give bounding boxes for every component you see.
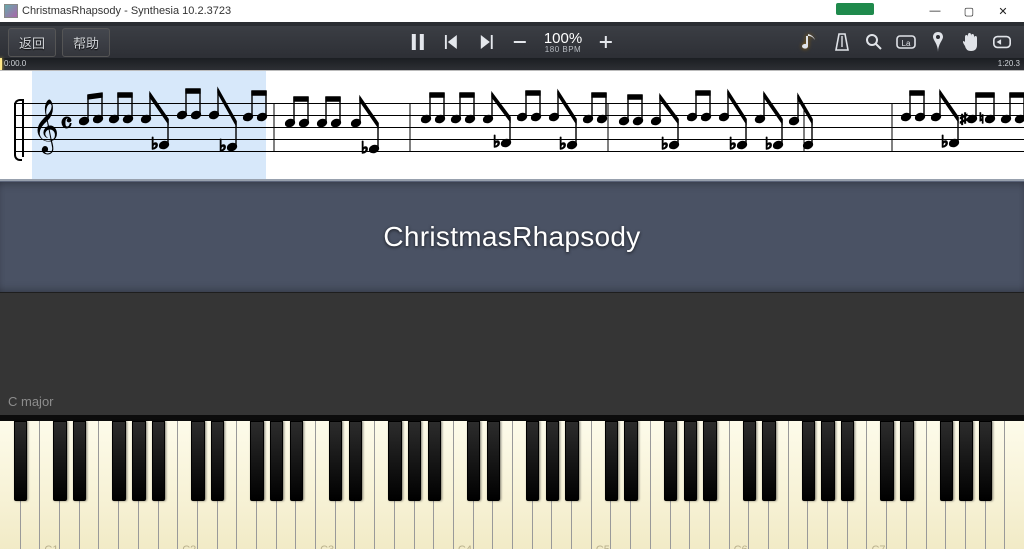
metronome-icon[interactable]	[832, 32, 852, 52]
main-toolbar: 返回 帮助 100% 180 BPM	[0, 26, 1024, 58]
white-key[interactable]	[1004, 421, 1024, 549]
svg-text:♭: ♭	[219, 138, 227, 155]
black-key[interactable]	[14, 421, 27, 501]
black-key[interactable]	[743, 421, 756, 501]
speed-decrease-button[interactable]	[510, 32, 530, 52]
prev-button[interactable]	[442, 32, 462, 52]
pause-button[interactable]	[408, 32, 428, 52]
search-icon[interactable]	[864, 32, 884, 52]
black-key[interactable]	[250, 421, 263, 501]
status-badge	[836, 3, 874, 15]
black-key[interactable]	[821, 421, 834, 501]
black-key[interactable]	[979, 421, 992, 501]
notation-svg: 𝄞 𝄴 ♭ ♭ ♭ ♭ ♭ ♭ ♭ ♭ ♭ ♯ ♮	[14, 83, 1024, 173]
black-key[interactable]	[467, 421, 480, 501]
black-key[interactable]	[565, 421, 578, 501]
maximize-button[interactable]: ▢	[952, 0, 986, 22]
key-label: C3	[320, 544, 334, 549]
black-key[interactable]	[684, 421, 697, 501]
time-end: 1:20.3	[998, 59, 1020, 68]
app-icon	[4, 4, 18, 18]
playback-controls: 100% 180 BPM	[408, 31, 616, 54]
black-key[interactable]	[388, 421, 401, 501]
black-key[interactable]	[211, 421, 224, 501]
svg-text:♭: ♭	[765, 136, 773, 153]
next-button[interactable]	[476, 32, 496, 52]
black-key[interactable]	[526, 421, 539, 501]
music-note-icon[interactable]	[800, 32, 820, 52]
minimize-button[interactable]: —	[918, 0, 952, 22]
labels-button[interactable]: La	[896, 32, 916, 52]
back-button[interactable]: 返回	[8, 28, 56, 57]
svg-text:♭: ♭	[941, 134, 949, 151]
key-label: C6	[734, 544, 748, 549]
speed-percent: 100%	[544, 31, 582, 46]
right-toolbar: La	[800, 32, 1016, 52]
key-label: C4	[458, 544, 472, 549]
black-key[interactable]	[349, 421, 362, 501]
svg-text:♭: ♭	[493, 134, 501, 151]
sheet-music-area[interactable]: 𝄞 𝄴 ♭ ♭ ♭ ♭ ♭ ♭ ♭ ♭ ♭ ♯ ♮	[0, 70, 1024, 181]
black-key[interactable]	[664, 421, 677, 501]
black-key[interactable]	[329, 421, 342, 501]
black-key[interactable]	[152, 421, 165, 501]
black-key[interactable]	[428, 421, 441, 501]
song-title-band: ChristmasRhapsody	[0, 181, 1024, 292]
black-key[interactable]	[762, 421, 775, 501]
black-key[interactable]	[290, 421, 303, 501]
falling-notes-zone[interactable]: C major	[0, 292, 1024, 415]
black-key[interactable]	[605, 421, 618, 501]
song-title: ChristmasRhapsody	[383, 221, 640, 253]
svg-text:♭: ♭	[361, 140, 369, 157]
hand-icon[interactable]	[960, 32, 980, 52]
svg-text:♭: ♭	[661, 136, 669, 153]
black-key[interactable]	[73, 421, 86, 501]
svg-text:♮: ♮	[979, 110, 984, 126]
black-key[interactable]	[487, 421, 500, 501]
help-button[interactable]: 帮助	[62, 28, 110, 57]
key-label: C2	[182, 544, 196, 549]
svg-text:♭: ♭	[151, 136, 159, 153]
loop-icon[interactable]	[992, 32, 1012, 52]
speed-display[interactable]: 100% 180 BPM	[544, 31, 582, 54]
progress-bar[interactable]: 0:00.0 1:20.3	[0, 58, 1024, 70]
black-key[interactable]	[959, 421, 972, 501]
black-key[interactable]	[841, 421, 854, 501]
window-titlebar: ChristmasRhapsody - Synthesia 10.2.3723 …	[0, 0, 1024, 22]
black-key[interactable]	[270, 421, 283, 501]
svg-text:♭: ♭	[559, 136, 567, 153]
black-key[interactable]	[132, 421, 145, 501]
svg-text:𝄴: 𝄴	[60, 109, 73, 140]
black-key[interactable]	[802, 421, 815, 501]
key-signature-label: C major	[8, 394, 54, 409]
black-key[interactable]	[624, 421, 637, 501]
svg-text:♯: ♯	[960, 110, 968, 126]
bookmark-icon[interactable]	[928, 32, 948, 52]
black-key[interactable]	[940, 421, 953, 501]
svg-text:𝄞: 𝄞	[32, 99, 59, 154]
progress-marker[interactable]	[0, 58, 2, 70]
svg-text:La: La	[902, 39, 911, 48]
black-key[interactable]	[53, 421, 66, 501]
close-button[interactable]: ✕	[986, 0, 1020, 22]
speed-bpm: 180 BPM	[544, 46, 582, 54]
key-label: C1	[44, 544, 58, 549]
black-key[interactable]	[191, 421, 204, 501]
time-start: 0:00.0	[4, 59, 26, 68]
key-label: C7	[871, 544, 885, 549]
black-key[interactable]	[112, 421, 125, 501]
black-key[interactable]	[880, 421, 893, 501]
key-label: C5	[596, 544, 610, 549]
piano-keyboard[interactable]: C1 C2 C3 C4 C5 C6 C7	[0, 415, 1024, 549]
black-key[interactable]	[703, 421, 716, 501]
speed-increase-button[interactable]	[596, 32, 616, 52]
black-key[interactable]	[408, 421, 421, 501]
music-staff: 𝄞 𝄴 ♭♭♭♭♭♭♭♭♭♯♮	[14, 103, 1024, 153]
window-title: ChristmasRhapsody - Synthesia 10.2.3723	[22, 5, 918, 17]
black-key[interactable]	[900, 421, 913, 501]
black-key[interactable]	[546, 421, 559, 501]
svg-text:♭: ♭	[729, 136, 737, 153]
